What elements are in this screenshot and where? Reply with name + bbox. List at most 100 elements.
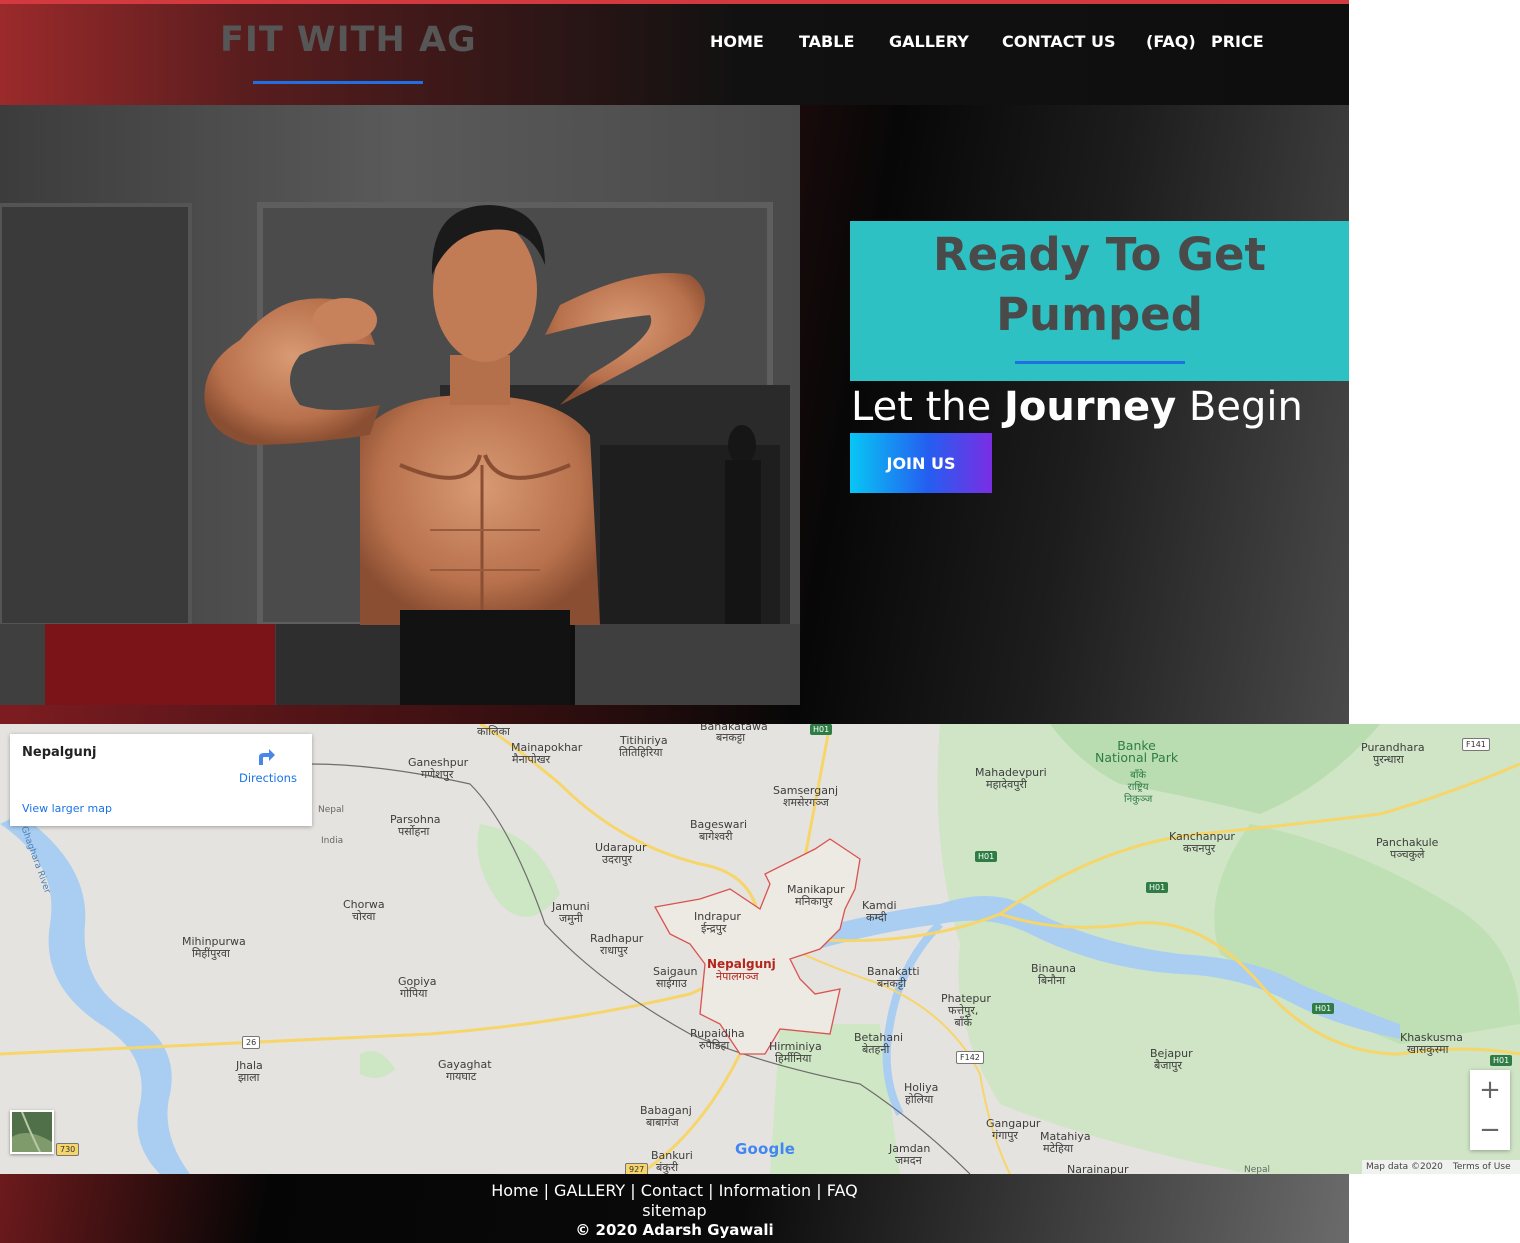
hero-subtitle-post: Begin — [1176, 384, 1303, 430]
map-label: राधापुर — [600, 944, 628, 957]
road-badge: F141 — [1462, 738, 1490, 751]
satellite-thumbnail-icon — [12, 1111, 52, 1153]
map-label-city: नेपालगञ्ज — [716, 970, 759, 983]
map-label-park: Banke National Park — [1095, 738, 1179, 765]
hero-title-underline — [1015, 361, 1185, 364]
hero-subtitle: Let the Journey Begin — [851, 381, 1303, 433]
map-label: फत्तेपुर, बाँके — [948, 1004, 979, 1029]
road-badge: H01 — [975, 851, 998, 862]
nav-faq[interactable]: (FAQ) — [1146, 32, 1196, 51]
hero-subtitle-bold: Journey — [1003, 384, 1177, 430]
map-label: बाबागंज — [646, 1116, 679, 1129]
map-embed[interactable]: कालिका Mainapokhar मैनापोखर Titihiriya त… — [0, 724, 1520, 1174]
hero-title: Ready To Get Pumped — [932, 228, 1267, 341]
main-nav: HOME TABLE GALLERY CONTACT US (FAQ) PRIC… — [0, 32, 1349, 56]
footer-separator: | — [703, 1181, 719, 1200]
nav-table[interactable]: TABLE — [799, 32, 854, 51]
map-label: Nepal — [318, 805, 344, 815]
road-badge: H01 — [810, 724, 833, 735]
map-label: साईगाउ — [656, 977, 687, 990]
map-label: उदरापुर — [602, 853, 632, 866]
road-badge: 730 — [56, 1143, 80, 1156]
google-logo-text: Google — [735, 1140, 796, 1158]
nav-contact-us[interactable]: CONTACT US — [1002, 32, 1116, 51]
site-footer: Home | GALLERY | Contact | Information |… — [0, 1174, 1349, 1243]
map-label: जमदन — [895, 1154, 922, 1167]
map-label-city: Nepalgunj — [707, 957, 776, 971]
map-label: बागेश्वरी — [699, 830, 733, 843]
map-label: मिहींपुरवा — [192, 947, 230, 960]
map-label: शमसेरगञ्ज — [783, 796, 829, 809]
map-label: बिनौना — [1038, 974, 1066, 987]
hero-subtitle-pre: Let the — [851, 384, 1004, 430]
footer-link-contact[interactable]: Contact — [641, 1181, 703, 1200]
map-label: चोरवा — [352, 910, 376, 923]
road-badge: 26 — [242, 1036, 261, 1049]
map-label: तितिहिरिया — [619, 746, 663, 759]
map-label: Nepal — [1244, 1165, 1270, 1174]
site-header: FIT WITH AG HOME TABLE GALLERY CONTACT U… — [0, 4, 1349, 105]
map-data-credit: Map data ©2020 — [1366, 1162, 1443, 1172]
footer-links: Home | GALLERY | Contact | Information |… — [0, 1181, 1349, 1201]
view-larger-map-link[interactable]: View larger map — [22, 802, 112, 815]
map-label: जमुनी — [559, 912, 583, 925]
road-badge: H01 — [1312, 1003, 1335, 1014]
hero-section: Ready To Get Pumped Let the Journey Begi… — [0, 105, 1349, 724]
footer-separator: | — [625, 1181, 641, 1200]
footer-link-information[interactable]: Information — [719, 1181, 812, 1200]
footer-link-faq[interactable]: FAQ — [827, 1181, 858, 1200]
map-label: बनकट्टा — [716, 731, 746, 744]
map-label: बनकट्टी — [877, 977, 907, 990]
bodybuilder-photo — [0, 105, 800, 705]
join-us-button[interactable]: JOIN US — [850, 433, 992, 493]
map-label: गंगापुर — [992, 1129, 1018, 1142]
map-label: रुपैडिहा — [699, 1039, 730, 1052]
nav-home[interactable]: HOME — [710, 32, 764, 51]
map-label: गायघाट — [446, 1070, 477, 1083]
map-label: हिर्मीनिया — [775, 1052, 812, 1065]
map-label: मटेहिया — [1043, 1142, 1074, 1155]
map-label: पुरन्धारा — [1373, 753, 1404, 766]
map-label: कम्दी — [866, 911, 887, 924]
map-label: बंकुरी — [656, 1161, 679, 1174]
hero-photo — [0, 105, 800, 705]
map-label: महादेवपुरी — [986, 778, 1027, 791]
nav-gallery[interactable]: GALLERY — [889, 32, 969, 51]
footer-link-home[interactable]: Home — [491, 1181, 538, 1200]
logo-underline — [253, 81, 423, 84]
footer-copyright: © 2020 Adarsh Gyawali — [575, 1221, 774, 1239]
zoom-controls: + − — [1470, 1070, 1510, 1150]
map-label: होलिया — [905, 1093, 934, 1106]
terms-of-use-link[interactable]: Terms of Use — [1453, 1162, 1511, 1172]
map-label: गोपिया — [400, 987, 428, 1000]
map-label: झाला — [238, 1071, 260, 1084]
footer-separator: | — [538, 1181, 555, 1200]
google-logo: Google — [735, 1140, 795, 1158]
directions-icon[interactable] — [255, 745, 277, 767]
nav-price[interactable]: PRICE — [1211, 32, 1264, 51]
map-label: खासकुस्मा — [1407, 1043, 1449, 1056]
map-label: Narainapur — [1067, 1163, 1129, 1175]
map-label: ईन्द्रपुर — [701, 922, 727, 935]
zoom-out-button[interactable]: − — [1470, 1110, 1510, 1150]
satellite-toggle[interactable] — [10, 1110, 54, 1154]
road-badge: H01 — [1490, 1055, 1513, 1066]
map-label: मैनापोखर — [512, 753, 551, 766]
map-label: India — [321, 836, 344, 846]
map-label: कालिका — [477, 725, 510, 738]
footer-separator: | — [811, 1181, 827, 1200]
map-label: पर्सोहना — [398, 825, 430, 838]
footer-sitemap[interactable]: sitemap — [0, 1201, 1349, 1221]
map-info-card: Nepalgunj Directions View larger map — [10, 734, 312, 826]
road-badge: F142 — [956, 1051, 984, 1064]
directions-link[interactable]: Directions — [239, 771, 297, 785]
footer-link-gallery[interactable]: GALLERY — [554, 1181, 625, 1200]
map-place-name: Nepalgunj — [22, 745, 97, 760]
map-label: पञ्चकुले — [1390, 848, 1425, 861]
map-label: कचनपुर — [1183, 842, 1216, 855]
map-label: गणेशपुर — [421, 768, 454, 781]
map-label: बैजापुर — [1154, 1059, 1183, 1072]
hero-title-card: Ready To Get Pumped — [850, 221, 1349, 381]
map-label: बेतहनी — [862, 1043, 890, 1056]
zoom-in-button[interactable]: + — [1470, 1070, 1510, 1110]
